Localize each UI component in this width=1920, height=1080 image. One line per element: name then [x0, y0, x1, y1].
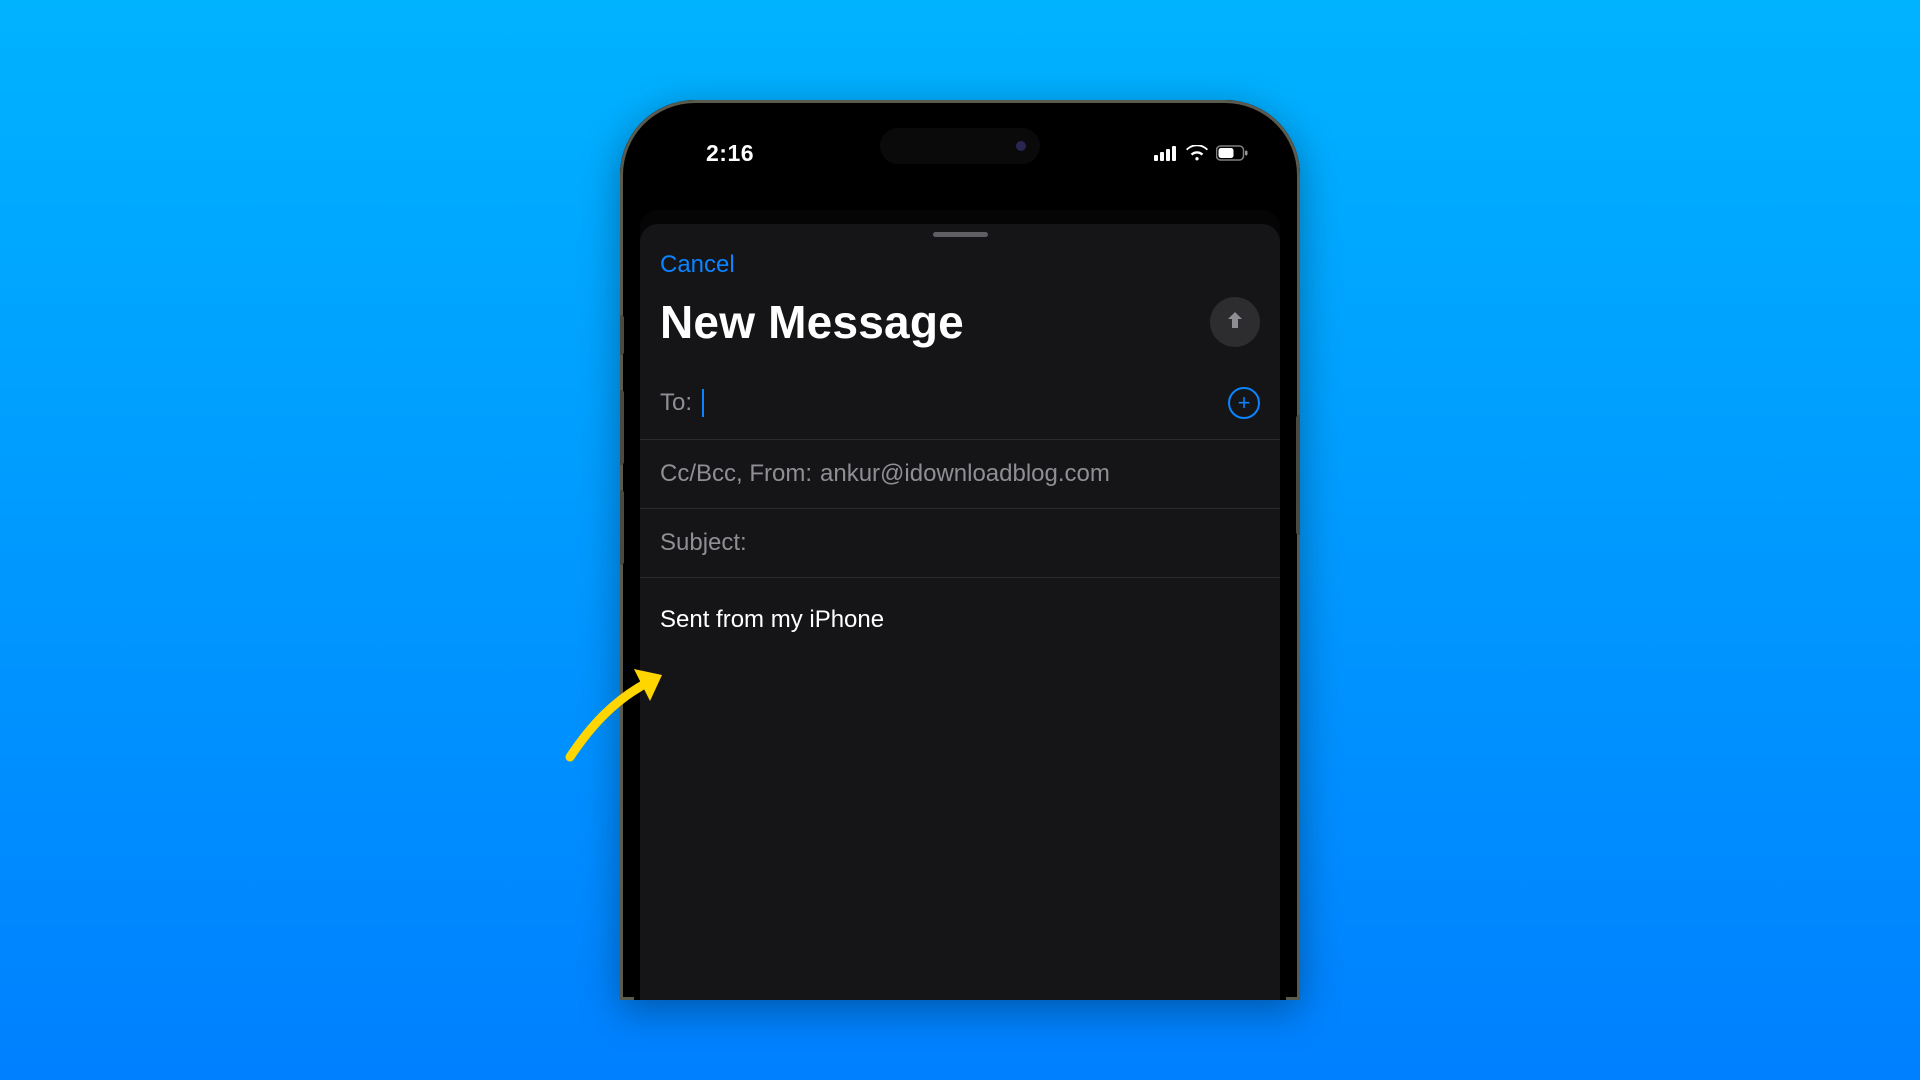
power-button: [1296, 415, 1300, 535]
email-signature: Sent from my iPhone: [660, 606, 884, 633]
wifi-icon: [1186, 140, 1208, 167]
message-body[interactable]: Sent from my iPhone: [640, 578, 1280, 662]
from-address: ankur@idownloadblog.com: [820, 460, 1110, 488]
iphone-screen: 2:16: [634, 114, 1286, 1000]
subject-label: Subject:: [660, 529, 747, 557]
arrow-up-icon: [1223, 308, 1247, 337]
to-label: To:: [660, 389, 692, 417]
text-caret: [702, 389, 704, 417]
send-button[interactable]: [1210, 297, 1260, 347]
battery-icon: [1216, 140, 1248, 167]
add-contact-button[interactable]: +: [1228, 387, 1260, 419]
volume-up-button: [620, 390, 624, 465]
compose-sheet: Cancel New Message To:: [640, 224, 1280, 1000]
status-bar: 2:16: [634, 114, 1286, 172]
ccbcc-label: Cc/Bcc, From:: [660, 460, 812, 488]
mute-switch: [620, 315, 624, 355]
cc-bcc-from-field[interactable]: Cc/Bcc, From: ankur@idownloadblog.com: [640, 440, 1280, 509]
status-time: 2:16: [666, 120, 754, 167]
cellular-signal-icon: [1154, 140, 1178, 167]
subject-field[interactable]: Subject:: [640, 509, 1280, 578]
plus-icon: +: [1238, 390, 1251, 416]
dynamic-island: [880, 128, 1040, 164]
sheet-grabber[interactable]: [933, 232, 988, 237]
compose-title: New Message: [660, 295, 964, 349]
to-field[interactable]: To: +: [640, 367, 1280, 440]
volume-down-button: [620, 490, 624, 565]
iphone-device-frame: 2:16: [620, 100, 1300, 1000]
cancel-button[interactable]: Cancel: [640, 237, 755, 285]
